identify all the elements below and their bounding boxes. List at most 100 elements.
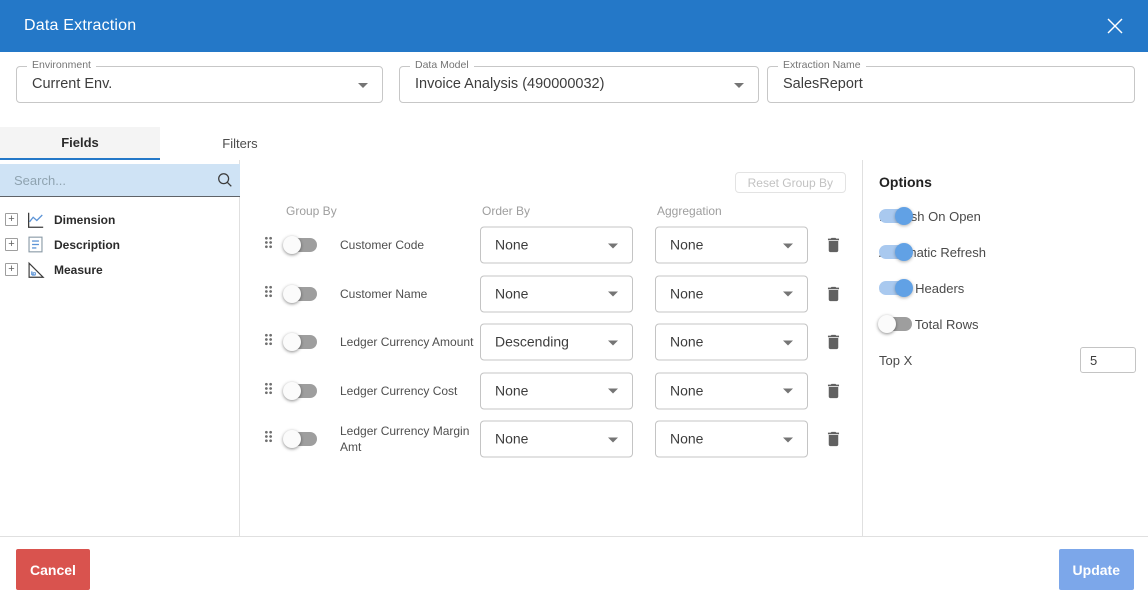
set-square-icon — [24, 259, 46, 281]
aggregation-select[interactable]: None — [655, 324, 808, 361]
search-input[interactable] — [0, 173, 210, 188]
field-name: Customer Name — [340, 286, 482, 302]
data-extraction-dialog: Data Extraction Environment Current Env.… — [0, 0, 1148, 599]
top-x-input[interactable] — [1080, 347, 1136, 373]
drag-handle-icon[interactable] — [260, 331, 277, 353]
field-row: Ledger Currency Margin Amt None None — [240, 415, 862, 464]
chevron-down-icon — [608, 292, 618, 297]
option-show-total-rows: Show Total Rows — [863, 306, 1148, 342]
order-by-select[interactable]: None — [480, 227, 633, 264]
aggregation-select[interactable]: None — [655, 275, 808, 312]
group-by-toggle[interactable] — [284, 287, 317, 301]
tree-item-label: Measure — [54, 263, 103, 277]
field-name: Ledger Currency Cost — [340, 383, 482, 399]
option-automatic-refresh: Automatic Refresh — [863, 234, 1148, 270]
tab-fields[interactable]: Fields — [0, 127, 160, 160]
reset-group-by-button[interactable]: Reset Group By — [735, 172, 846, 193]
plus-expand-icon[interactable]: + — [5, 238, 18, 251]
automatic-refresh-toggle[interactable] — [879, 245, 912, 259]
cancel-button[interactable]: Cancel — [16, 549, 90, 590]
trash-icon[interactable] — [824, 333, 843, 352]
column-header-order-by: Order By — [482, 204, 530, 218]
field-name: Ledger Currency Margin Amt — [340, 423, 482, 455]
drag-handle-icon[interactable] — [260, 283, 277, 305]
field-row: Customer Code None None — [240, 221, 862, 270]
tree-item-dimension[interactable]: + Dimension — [0, 207, 239, 232]
chevron-down-icon — [608, 340, 618, 345]
option-label: Top X — [879, 353, 912, 368]
option-refresh-on-open: Refresh On Open — [863, 198, 1148, 234]
data-model-value: Invoice Analysis (490000032) — [400, 67, 758, 102]
chevron-down-icon — [608, 437, 618, 442]
field-row: Ledger Currency Cost None None — [240, 367, 862, 416]
search-icon[interactable] — [210, 171, 240, 189]
extraction-name-field[interactable]: Extraction Name SalesReport — [767, 66, 1135, 103]
field-name: Ledger Currency Amount — [340, 334, 482, 350]
extraction-name-label: Extraction Name — [778, 59, 866, 71]
chevron-down-icon — [783, 340, 793, 345]
data-model-label: Data Model — [410, 59, 474, 71]
tab-bar: Fields Filters — [0, 127, 320, 160]
drag-handle-icon[interactable] — [260, 428, 277, 450]
field-rows: Customer Code None None — [240, 221, 862, 464]
chevron-down-icon — [783, 292, 793, 297]
chevron-down-icon — [358, 83, 368, 88]
field-tree: + Dimension + — [0, 207, 239, 282]
dialog-title: Data Extraction — [24, 17, 136, 35]
options-title: Options — [879, 174, 1148, 190]
order-by-select[interactable]: None — [480, 421, 633, 458]
column-header-aggregation: Aggregation — [657, 204, 722, 218]
chevron-down-icon — [783, 243, 793, 248]
options-panel: Options Refresh On Open Automatic Refres… — [863, 160, 1148, 536]
update-button[interactable]: Update — [1059, 549, 1134, 590]
extraction-name-value: SalesReport — [768, 67, 1134, 102]
order-by-select[interactable]: None — [480, 372, 633, 409]
chevron-down-icon — [783, 389, 793, 394]
column-header-group-by: Group By — [286, 204, 337, 218]
aggregation-select[interactable]: None — [655, 421, 808, 458]
group-by-toggle[interactable] — [284, 335, 317, 349]
data-model-select[interactable]: Data Model Invoice Analysis (490000032) — [399, 66, 759, 103]
close-icon[interactable] — [1104, 15, 1126, 37]
chevron-down-icon — [608, 243, 618, 248]
group-by-toggle[interactable] — [284, 238, 317, 252]
aggregation-select[interactable]: None — [655, 227, 808, 264]
environment-value: Current Env. — [17, 67, 382, 102]
trash-icon[interactable] — [824, 381, 843, 400]
group-by-panel: Reset Group By Group By Order By Aggrega… — [240, 160, 863, 536]
trash-icon[interactable] — [824, 284, 843, 303]
fields-sidebar: + Dimension + — [0, 160, 240, 536]
tab-filters[interactable]: Filters — [160, 127, 320, 160]
document-icon — [24, 234, 46, 256]
trash-icon[interactable] — [824, 236, 843, 255]
drag-handle-icon[interactable] — [260, 234, 277, 256]
dialog-footer: Cancel Update — [0, 536, 1148, 599]
form-bar: Environment Current Env. Data Model Invo… — [0, 52, 1148, 127]
dialog-header: Data Extraction — [0, 0, 1148, 52]
tree-item-description[interactable]: + Description — [0, 232, 239, 257]
field-name: Customer Code — [340, 237, 482, 253]
group-by-toggle[interactable] — [284, 432, 317, 446]
option-top-x: Top X — [863, 342, 1148, 378]
search-box — [0, 164, 240, 197]
plus-expand-icon[interactable]: + — [5, 263, 18, 276]
chevron-down-icon — [608, 389, 618, 394]
field-row: Ledger Currency Amount Descending None — [240, 318, 862, 367]
plus-expand-icon[interactable]: + — [5, 213, 18, 226]
field-row: Customer Name None None — [240, 270, 862, 319]
tree-item-label: Dimension — [54, 213, 115, 227]
environment-select[interactable]: Environment Current Env. — [16, 66, 383, 103]
aggregation-select[interactable]: None — [655, 372, 808, 409]
drag-handle-icon[interactable] — [260, 380, 277, 402]
refresh-on-open-toggle[interactable] — [879, 209, 912, 223]
show-total-rows-toggle[interactable] — [879, 317, 912, 331]
order-by-select[interactable]: Descending — [480, 324, 633, 361]
group-by-toggle[interactable] — [284, 384, 317, 398]
show-headers-toggle[interactable] — [879, 281, 912, 295]
chevron-down-icon — [783, 437, 793, 442]
tree-item-measure[interactable]: + Measure — [0, 257, 239, 282]
chevron-down-icon — [734, 83, 744, 88]
order-by-select[interactable]: None — [480, 275, 633, 312]
trash-icon[interactable] — [824, 430, 843, 449]
dialog-body: + Dimension + — [0, 160, 1148, 536]
